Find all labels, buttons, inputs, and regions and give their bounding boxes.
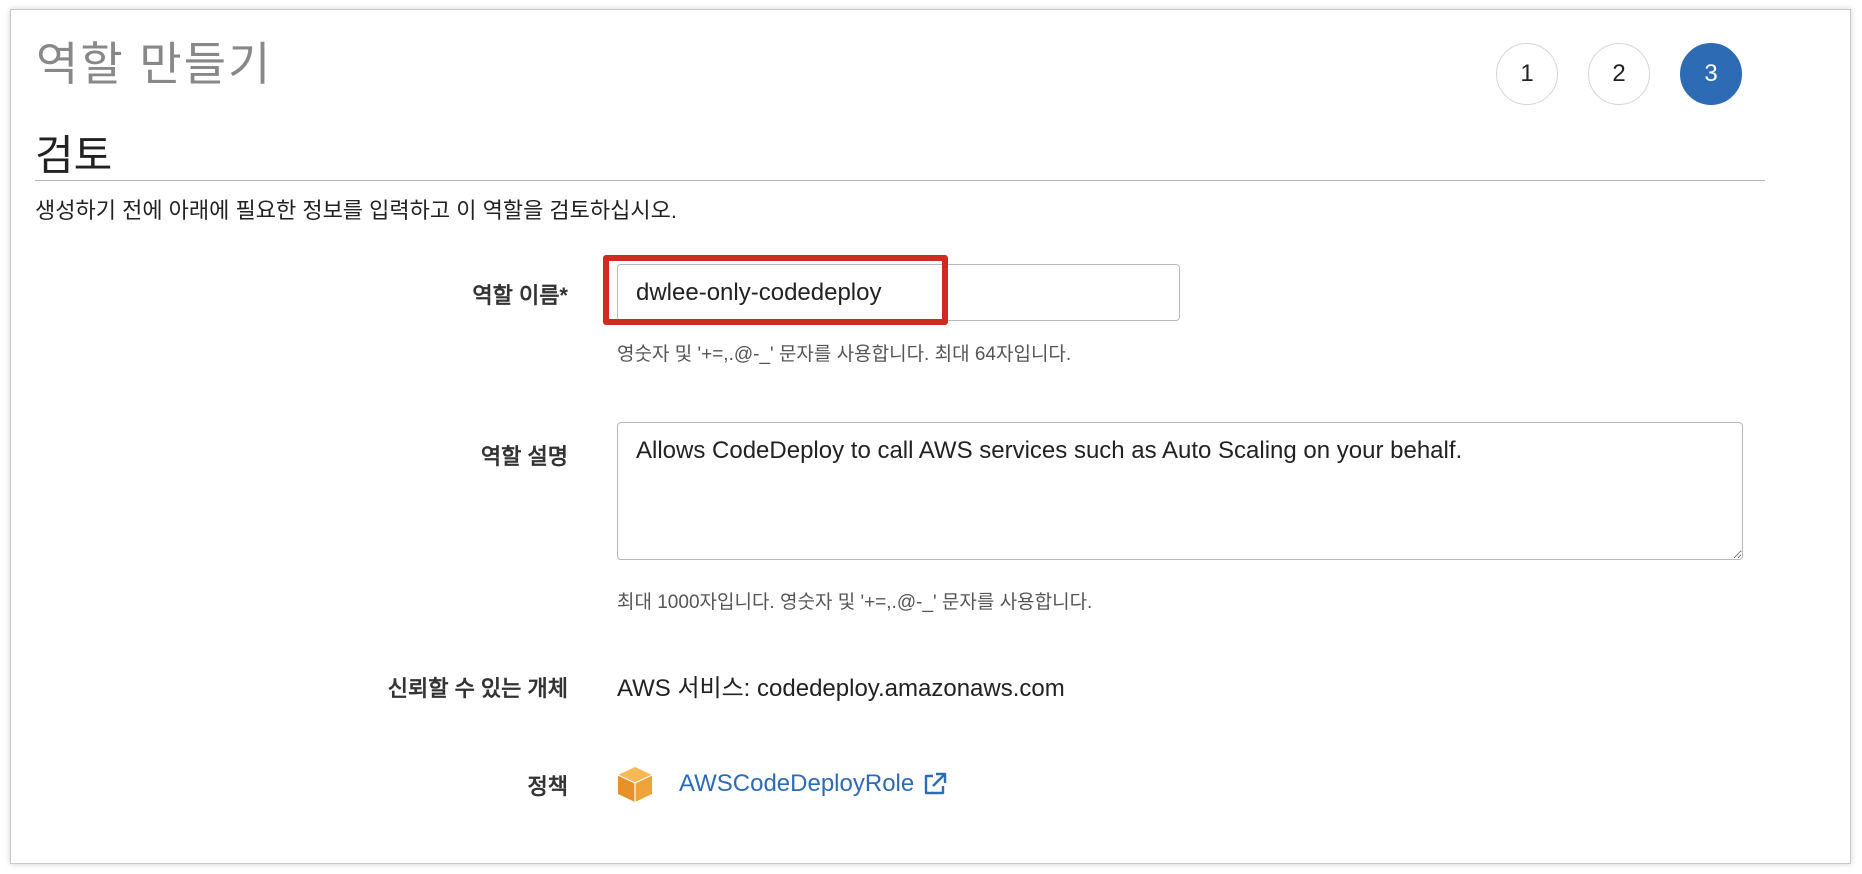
trusted-entity-label: 신뢰할 수 있는 개체 <box>387 676 568 701</box>
role-name-input[interactable] <box>617 264 1180 321</box>
external-link-icon[interactable] <box>922 771 948 797</box>
section-divider <box>35 180 1765 181</box>
aws-box-icon <box>617 767 653 802</box>
page-title: 역할 만들기 <box>36 38 273 90</box>
role-name-label: 역할 이름* <box>472 283 568 308</box>
step-1[interactable]: 1 <box>1496 43 1558 105</box>
step-2[interactable]: 2 <box>1588 43 1650 105</box>
role-name-hint: 영숫자 및 '+=,.@-_' 문자를 사용합니다. 최대 64자입니다. <box>617 344 1072 365</box>
policy-link[interactable]: AWSCodeDeployRole <box>679 770 914 798</box>
wizard-steps: 1 2 3 <box>1496 43 1742 105</box>
policy-label: 정책 <box>527 774 568 799</box>
policy-row: AWSCodeDeployRole <box>615 764 948 804</box>
trusted-entity-value: AWS 서비스: codedeploy.amazonaws.com <box>617 675 1065 702</box>
description-hint: 최대 1000자입니다. 영숫자 및 '+=,.@-_' 문자를 사용합니다. <box>617 592 1093 613</box>
step-3[interactable]: 3 <box>1680 43 1742 105</box>
create-role-panel: 역할 만들기 1 2 3 검토 생성하기 전에 아래에 필요한 정보를 입력하고… <box>10 9 1851 864</box>
description-label: 역할 설명 <box>480 444 568 469</box>
section-title: 검토 <box>35 132 113 179</box>
intro-text: 생성하기 전에 아래에 필요한 정보를 입력하고 이 역할을 검토하십시오. <box>35 198 677 223</box>
description-textarea[interactable]: Allows CodeDeploy to call AWS services s… <box>617 422 1743 560</box>
